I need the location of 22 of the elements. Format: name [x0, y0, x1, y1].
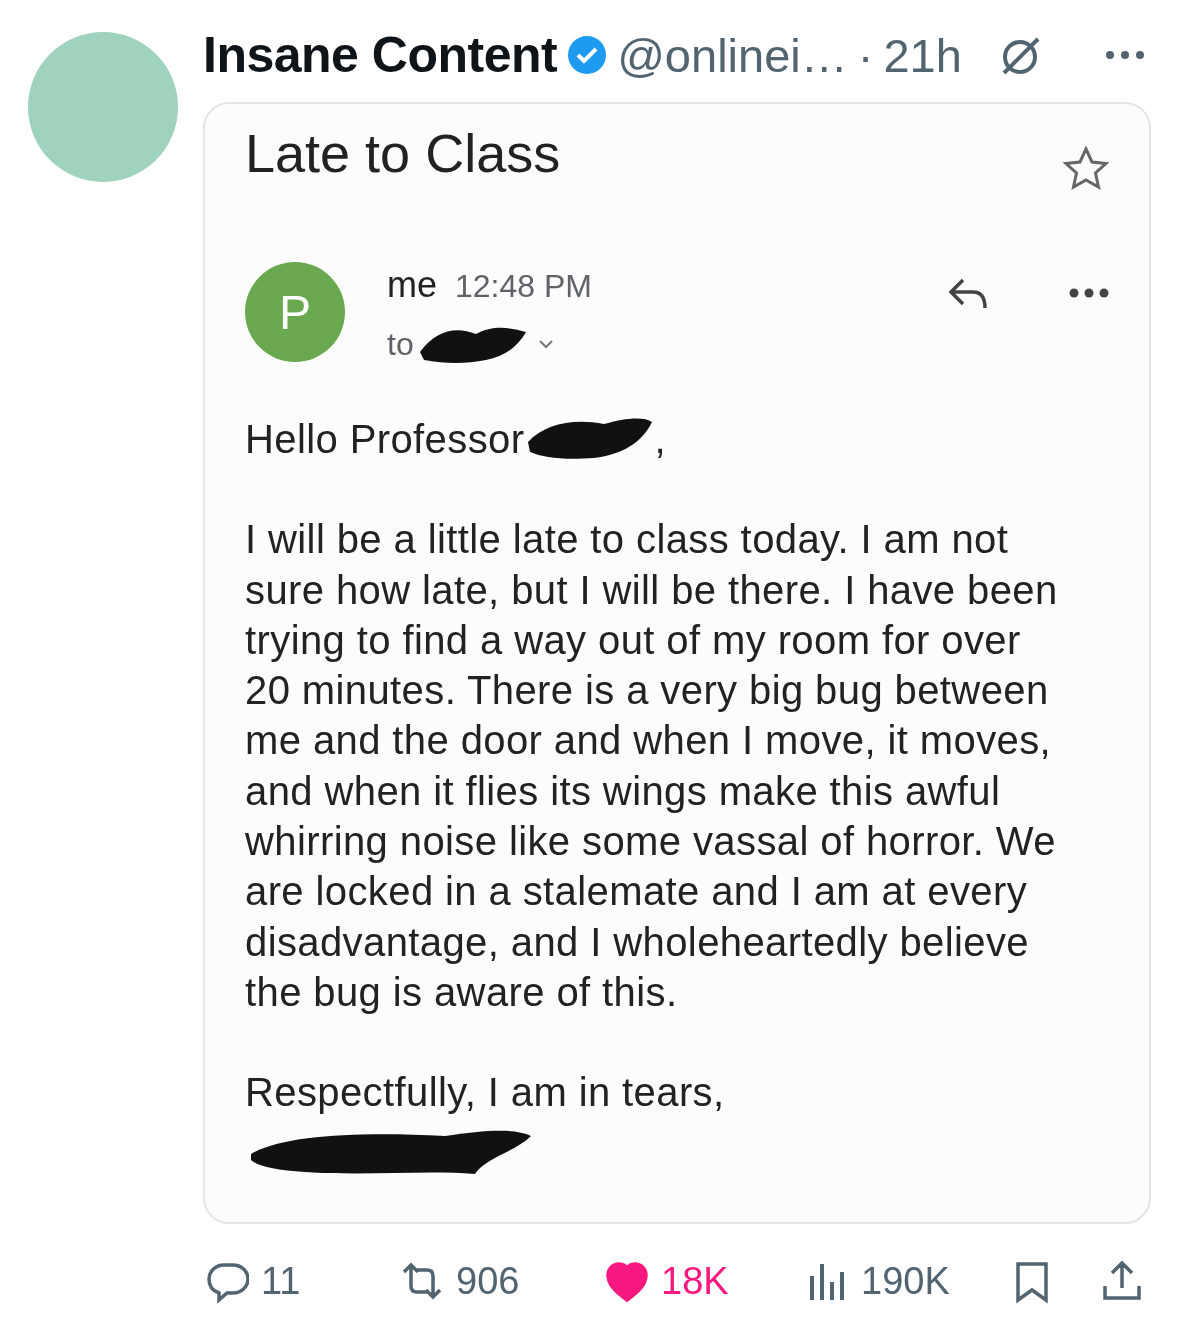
like-icon	[605, 1259, 649, 1304]
repost-button[interactable]: 906	[400, 1259, 605, 1304]
post-time[interactable]: 21h	[883, 27, 962, 83]
sender-name: me	[387, 264, 437, 306]
author-handle[interactable]: @onlinei…	[617, 27, 848, 83]
caret-icon	[537, 338, 554, 350]
like-button[interactable]: 18K	[605, 1259, 805, 1304]
more-icon[interactable]	[1105, 50, 1145, 60]
reply-button[interactable]: 11	[205, 1259, 400, 1304]
email-body: I will be a little late to class today. I am not sure how late, but I will be there. I have been trying to find a way out of my room for over 20 minutes. There is a very big bug between me and the door and when I move, it moves, and when it flies its wings make this awful whirring noise like some vassal of horror. We are locked in a stalemate and I am at every disadvantage, and I wholeheartedly believe the bug is aware of this.	[245, 516, 1059, 1016]
sender-avatar: P	[245, 262, 345, 362]
email-closing: Respectfully, I am in tears,	[245, 1069, 726, 1117]
email-time: 12:48 PM	[455, 268, 592, 305]
recipient-label: to	[387, 325, 414, 363]
greeting-comma: ,	[654, 416, 666, 463]
email-subject: Late to Class	[245, 122, 561, 184]
views-button[interactable]: 190K	[805, 1259, 1010, 1304]
separator-dot: ·	[857, 27, 874, 83]
more-icon	[1069, 288, 1109, 298]
author-name[interactable]: Insane Content	[203, 26, 558, 84]
greeting: Hello Professor	[245, 416, 525, 463]
star-icon[interactable]	[1063, 146, 1109, 190]
